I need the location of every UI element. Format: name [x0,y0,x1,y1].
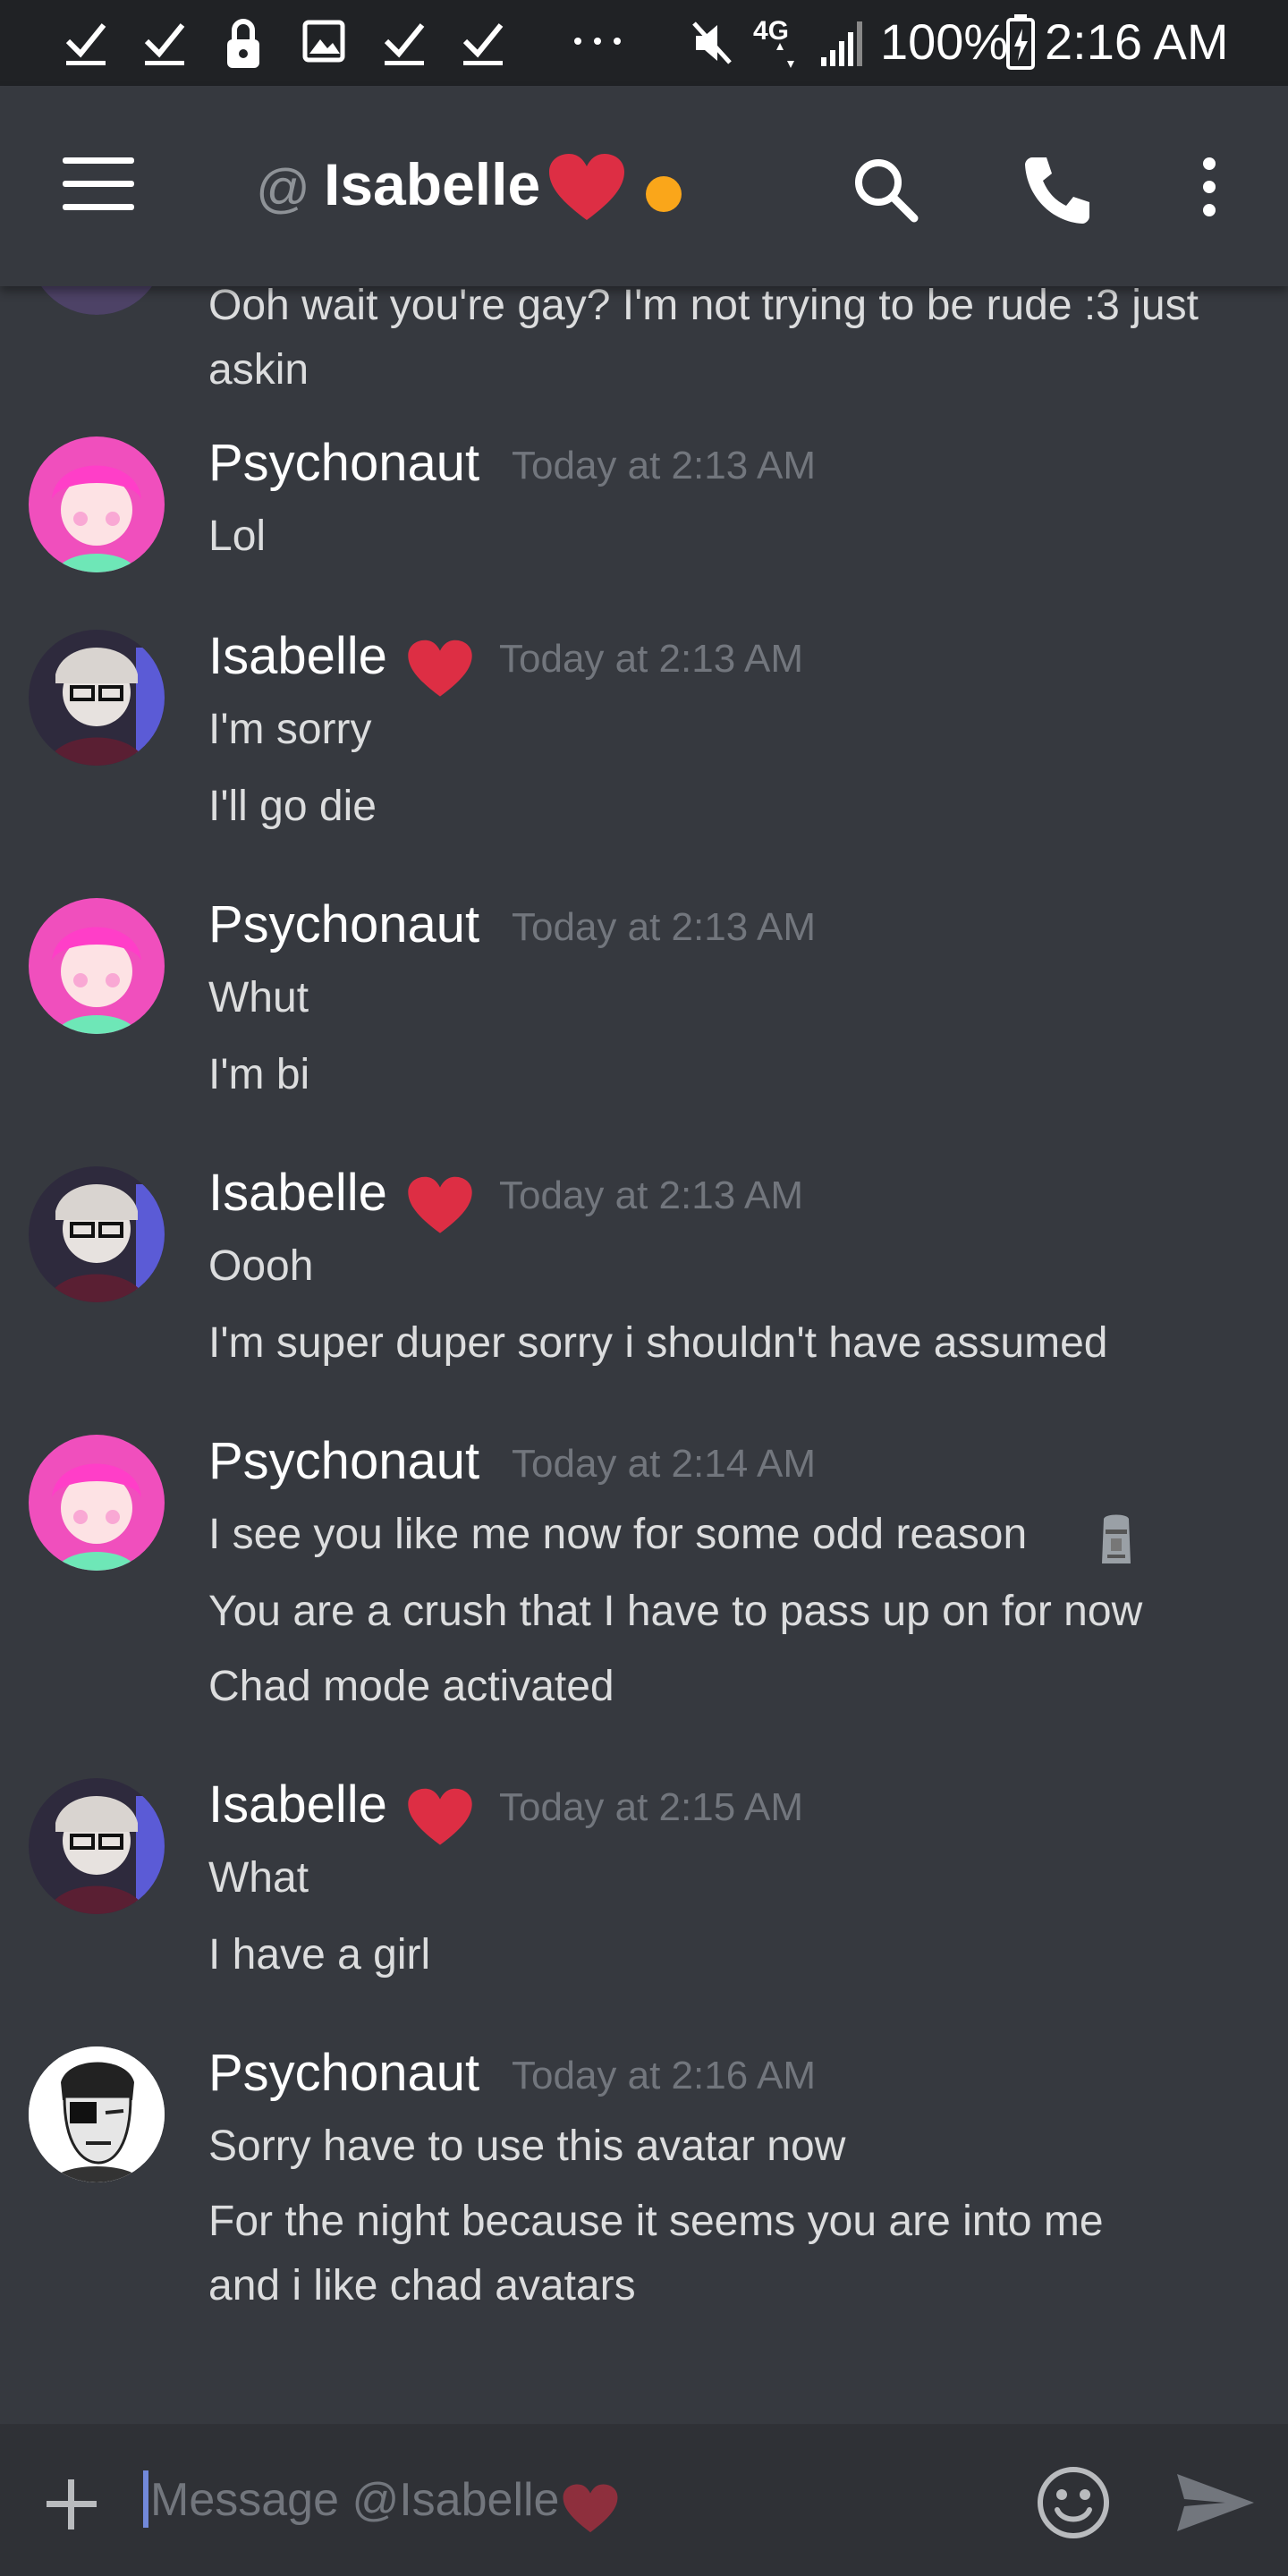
heart-emoji [549,154,624,220]
message-timestamp: Today at 2:13 AM [512,905,816,949]
message-line: Lol [208,513,267,560]
message-line: Chad mode activated [208,1663,614,1710]
message-author[interactable]: Psychonaut [208,433,479,493]
mute-icon [692,21,732,64]
message-line: I'm sorry [208,706,372,753]
network-type: 4G [753,16,790,46]
more-vertical-icon[interactable] [1193,157,1225,227]
moai-emoji [1102,1514,1131,1563]
message-list: Ooh wait you're gay? I'm not trying to b… [0,286,1288,2424]
message-timestamp: Today at 2:13 AM [512,444,816,487]
message-line: Whut [208,974,309,1021]
send-icon[interactable] [1175,2470,1256,2535]
pink-hair-avatar[interactable] [29,898,165,1034]
message-input[interactable] [148,2463,957,2537]
chad-avatar[interactable] [29,2046,165,2182]
channel-title: Isabelle [324,151,541,217]
avatar [29,286,165,315]
check-icon [384,23,425,65]
message-author[interactable]: Psychonaut [208,1431,479,1491]
message-timestamp: Today at 2:13 AM [499,637,803,681]
message-line: For the night because it seems you are i… [208,2198,1104,2245]
message-line: Sorry have to use this avatar now [208,2123,846,2170]
message-line: You are a crush that I have to pass up o… [208,1588,1143,1635]
status-bar: 4G 100% 2:16 AM [0,0,1288,86]
message-line: Oooh [208,1242,314,1290]
plus-icon[interactable] [45,2478,98,2531]
network-icon [776,43,794,68]
battery-percent: 100% [880,13,1009,70]
message-line: What [208,1854,309,1902]
pink-hair-avatar[interactable] [29,436,165,572]
check-icon [144,23,185,65]
message-author[interactable]: Isabelle [208,1163,387,1223]
glasses-avatar[interactable] [29,630,165,766]
message-timestamp: Today at 2:15 AM [499,1785,803,1829]
pink-hair-avatar[interactable] [29,1435,165,1571]
heart-emoji [408,1788,472,1845]
presence-indicator [646,176,682,212]
dm-at-symbol: @ [256,158,310,218]
message-timestamp: Today at 2:16 AM [512,2054,816,2097]
message-timestamp: Today at 2:14 AM [512,1442,816,1486]
message-line: I have a girl [208,1931,431,1979]
menu-icon[interactable] [63,157,134,211]
glasses-avatar[interactable] [29,1778,165,1914]
emoji-icon[interactable] [1036,2465,1111,2540]
message-line: I see you like me now for some odd reaso… [208,1511,1028,1558]
battery-icon [1006,14,1035,70]
more-dots-icon [574,38,621,45]
message-composer [0,2424,1288,2576]
image-icon [302,20,345,63]
message-line: I'll go die [208,783,377,830]
check-icon [462,23,504,65]
heart-emoji [563,2484,618,2533]
channel-header: @ Isabelle [0,86,1288,286]
check-icon [65,23,106,65]
continued-message: Ooh wait you're gay? I'm not trying to b… [208,286,1199,394]
heart-emoji [408,1176,472,1233]
phone-icon[interactable] [1020,152,1095,227]
message-author[interactable]: Psychonaut [208,2043,479,2103]
glasses-avatar[interactable] [29,1166,165,1302]
message-line: I'm super duper sorry i shouldn't have a… [208,1319,1108,1367]
search-icon[interactable] [850,154,921,225]
signal-icon [821,21,862,66]
message-author[interactable]: Isabelle [208,1775,387,1835]
lock-icon [227,19,259,68]
clock: 2:16 AM [1045,13,1229,70]
message-line: and i like chad avatars [208,2262,636,2309]
message-line: I'm bi [208,1051,310,1098]
message-author[interactable]: Isabelle [208,626,387,686]
message-author[interactable]: Psychonaut [208,894,479,954]
heart-emoji [408,640,472,697]
message-timestamp: Today at 2:13 AM [499,1174,803,1217]
